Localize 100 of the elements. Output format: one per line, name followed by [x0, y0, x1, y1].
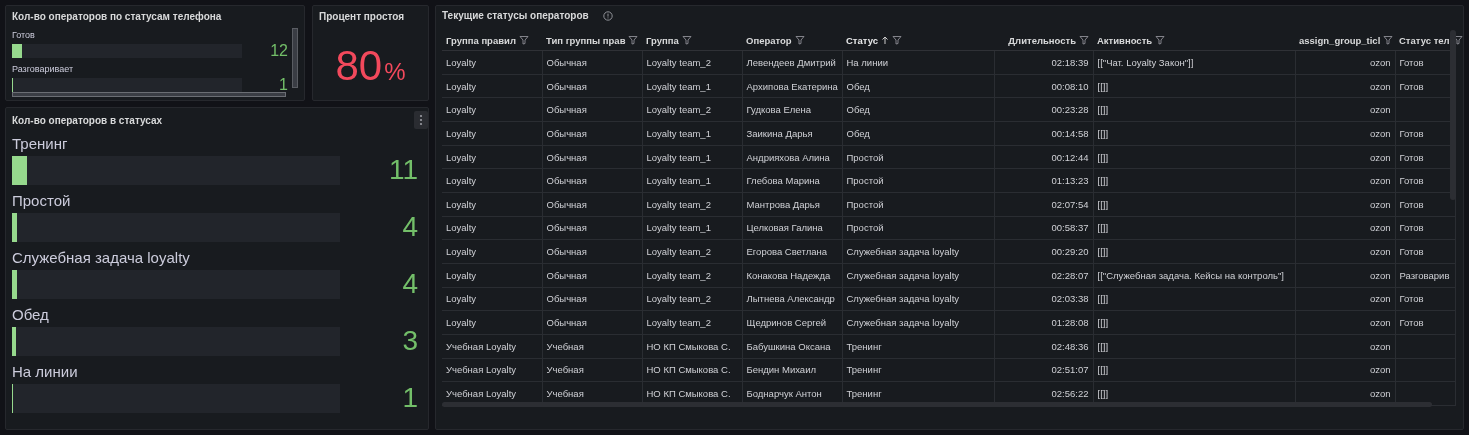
- table-cell: ozon: [1369, 151, 1391, 163]
- table-cell: Андрияхова Алина: [746, 151, 830, 163]
- table-cell: ozon: [1369, 127, 1391, 139]
- column-header[interactable]: assign_group_ticl: [1299, 34, 1381, 46]
- table-cell: ozon: [1369, 56, 1391, 68]
- filter-icon[interactable]: [518, 35, 529, 46]
- table-cell: Тренинг: [846, 364, 882, 376]
- table-cell: [[]]: [1097, 340, 1109, 352]
- table-cell: Обычная: [546, 222, 587, 234]
- table-cell: [[]]: [1097, 198, 1109, 210]
- table-cell: Loyalty team_2: [646, 104, 711, 116]
- table-cell: [[]]: [1097, 317, 1109, 329]
- column-header[interactable]: Статус: [846, 34, 879, 46]
- column-header[interactable]: Группа правил: [446, 34, 516, 46]
- column-header[interactable]: Группа: [646, 34, 679, 46]
- table-cell: ozon: [1369, 80, 1391, 92]
- gauge-value: 4: [401, 211, 419, 243]
- info-icon: [602, 10, 613, 21]
- filter-icon[interactable]: [1079, 35, 1089, 46]
- table-cell: [[]]: [1097, 293, 1109, 305]
- table-cell: [[]]: [1097, 364, 1109, 376]
- table-cell: Loyalty team_1: [646, 127, 711, 139]
- filter-icon[interactable]: [1383, 35, 1394, 46]
- column-header[interactable]: Длительность: [1008, 34, 1076, 46]
- column-header[interactable]: Оператор: [746, 34, 792, 46]
- table-cell: Обычная: [546, 175, 587, 187]
- table-cell: Целковая Галина: [746, 222, 823, 234]
- table-cell: Loyalty: [446, 293, 477, 305]
- table-cell: Архипова Екатерина: [746, 80, 838, 92]
- column-header[interactable]: Тип группы прав: [546, 34, 626, 46]
- table-cell: Конакова Надежда: [746, 269, 831, 281]
- table-cell: Обед: [846, 104, 870, 116]
- table-cell: НО КП Смыкова С.: [646, 364, 731, 376]
- gauge-value: 3: [401, 325, 419, 357]
- table-cell: 02:03:38: [1051, 293, 1089, 305]
- table-cell: [[]]: [1097, 151, 1109, 163]
- gauge-value: 11: [387, 154, 419, 186]
- column-header[interactable]: Статус тел: [1399, 34, 1450, 46]
- filter-icon[interactable]: [681, 35, 692, 46]
- table-cell: ozon: [1369, 269, 1391, 281]
- table-cell: Обычная: [546, 104, 587, 116]
- table-cell: Loyalty team_1: [646, 222, 711, 234]
- table-cell: Бендин Михаил: [746, 364, 816, 376]
- table-cell: ozon: [1369, 340, 1391, 352]
- table-cell: Простой: [846, 198, 884, 210]
- table-cell: [[]]: [1097, 388, 1109, 400]
- column-header[interactable]: Активность: [1097, 34, 1153, 46]
- table-cell: [[]]: [1097, 175, 1109, 187]
- table-cell: [[]]: [1097, 246, 1109, 258]
- table-cell: Обычная: [546, 317, 587, 329]
- table-cell: НО КП Смыкова С.: [646, 388, 731, 400]
- menu-icon[interactable]: [414, 111, 428, 129]
- table-cell: Обед: [846, 80, 870, 92]
- gauge-label: Служебная задача loyalty: [12, 249, 191, 266]
- table-cell: ozon: [1369, 198, 1391, 210]
- table-cell: Готов: [1399, 246, 1424, 258]
- filter-icon[interactable]: [628, 35, 639, 46]
- sort-arrow-icon[interactable]: [881, 35, 890, 46]
- filter-icon[interactable]: [892, 35, 903, 46]
- table-cell: Бабушкина Оксана: [746, 340, 831, 352]
- table-cell: 02:56:22: [1051, 388, 1089, 400]
- table-cell: Loyalty team_2: [646, 198, 711, 210]
- table-cell: Loyalty team_2: [646, 56, 711, 68]
- table-cell: Готов: [1399, 175, 1424, 187]
- table-cell: Loyalty: [446, 198, 477, 210]
- table-cell: Loyalty: [446, 127, 477, 139]
- table-cell: 01:13:23: [1051, 175, 1089, 187]
- filter-icon[interactable]: [794, 35, 805, 46]
- table-cell: Заикина Дарья: [746, 127, 813, 139]
- filter-icon[interactable]: [1155, 35, 1166, 46]
- gauge-value: 4: [401, 268, 419, 300]
- table-cell: Готов: [1399, 293, 1424, 305]
- gauge-label: Обед: [12, 306, 50, 323]
- table-cell: Учебная: [546, 388, 584, 400]
- table-cell: Loyalty team_2: [646, 317, 711, 329]
- gauge-value: 1: [401, 382, 419, 414]
- table-cell: Обычная: [546, 56, 587, 68]
- table-cell: ozon: [1369, 222, 1391, 234]
- table-cell: Loyalty: [446, 317, 477, 329]
- table-cell: Учебная Loyalty: [446, 340, 517, 352]
- stat-unit: %: [384, 58, 406, 86]
- table-cell: Loyalty team_2: [646, 269, 711, 281]
- table-cell: 00:14:58: [1051, 127, 1089, 139]
- table-cell: Готов: [1399, 80, 1424, 92]
- table-cell: [[]]: [1097, 222, 1109, 234]
- table-cell: Готов: [1399, 198, 1424, 210]
- gauge-label: Готов: [12, 30, 36, 40]
- table-cell: Обед: [846, 127, 870, 139]
- table-cell: 01:28:08: [1051, 317, 1089, 329]
- gauge-value: 1: [278, 76, 288, 94]
- gauge-label: Простой: [12, 192, 72, 209]
- table-cell: [["Служебная задача. Кейсы на контроль"]: [1097, 269, 1284, 281]
- table-cell: 02:07:54: [1051, 198, 1089, 210]
- table-cell: Простой: [846, 222, 884, 234]
- table-cell: Щедринов Сергей: [746, 317, 827, 329]
- table-cell: Лытнева Александр: [746, 293, 835, 305]
- table-cell: Loyalty: [446, 151, 477, 163]
- gauge-label: Разговаривает: [12, 64, 75, 74]
- table-cell: Обычная: [546, 151, 587, 163]
- table-cell: Обычная: [546, 293, 587, 305]
